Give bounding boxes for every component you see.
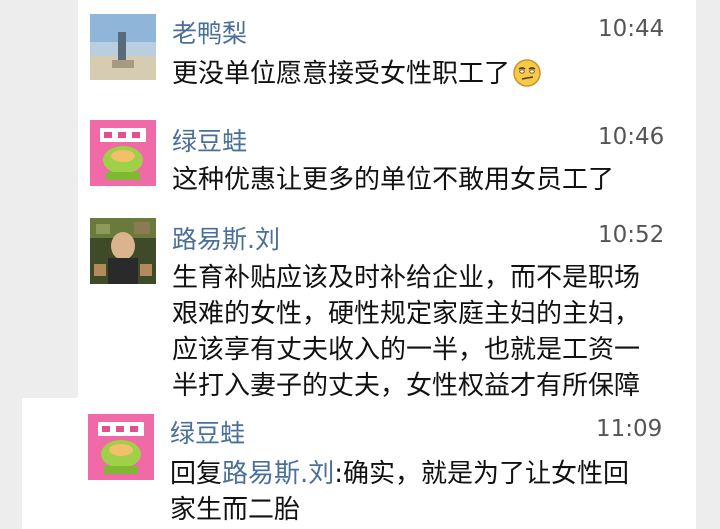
message-time: 10:46 xyxy=(598,124,665,150)
reply-text-line: 家生而二胎 xyxy=(170,495,301,525)
message-time: 10:44 xyxy=(598,16,665,42)
message-text-line: 应该享有丈夫收入的一半，也就是工资一 xyxy=(172,335,641,365)
smirk-face-emoji-icon xyxy=(512,58,542,88)
sender-name[interactable]: 绿豆蛙 xyxy=(170,414,245,450)
avatar[interactable] xyxy=(88,414,154,480)
message-text-line: 艰难的女性，硬性规定家庭主妇的主妇， xyxy=(172,299,641,329)
message-text-line: 生育补贴应该及时补给企业，而不是职场 xyxy=(172,263,641,293)
avatar[interactable] xyxy=(90,120,156,186)
chat-screen: 老鸭梨 10:44 更没单位愿意接受女性职工了 绿豆蛙 10:46 这种优惠让更… xyxy=(0,0,720,529)
message-time: 11:09 xyxy=(596,416,663,442)
avatar[interactable] xyxy=(90,14,156,80)
reply-prefix: 回复 xyxy=(170,459,223,489)
reply-text-content: :确实，就是为了让女性回 xyxy=(334,459,630,489)
message-time: 10:52 xyxy=(598,222,665,248)
sender-name[interactable]: 路易斯.刘 xyxy=(172,220,280,256)
avatar[interactable] xyxy=(90,218,156,284)
sender-name[interactable]: 绿豆蛙 xyxy=(172,122,247,158)
message-text-content: 更没单位愿意接受女性职工了 xyxy=(172,59,511,89)
right-gutter xyxy=(696,0,720,529)
message-text: 更没单位愿意接受女性职工了 xyxy=(172,56,542,92)
reply-text: 回复路易斯.刘:确实，就是为了让女性回 xyxy=(170,456,629,492)
reply-mention-link[interactable]: 路易斯.刘 xyxy=(222,459,334,489)
message-text: 这种优惠让更多的单位不敢用女员工了 xyxy=(172,165,615,195)
sender-name[interactable]: 老鸭梨 xyxy=(172,14,247,50)
